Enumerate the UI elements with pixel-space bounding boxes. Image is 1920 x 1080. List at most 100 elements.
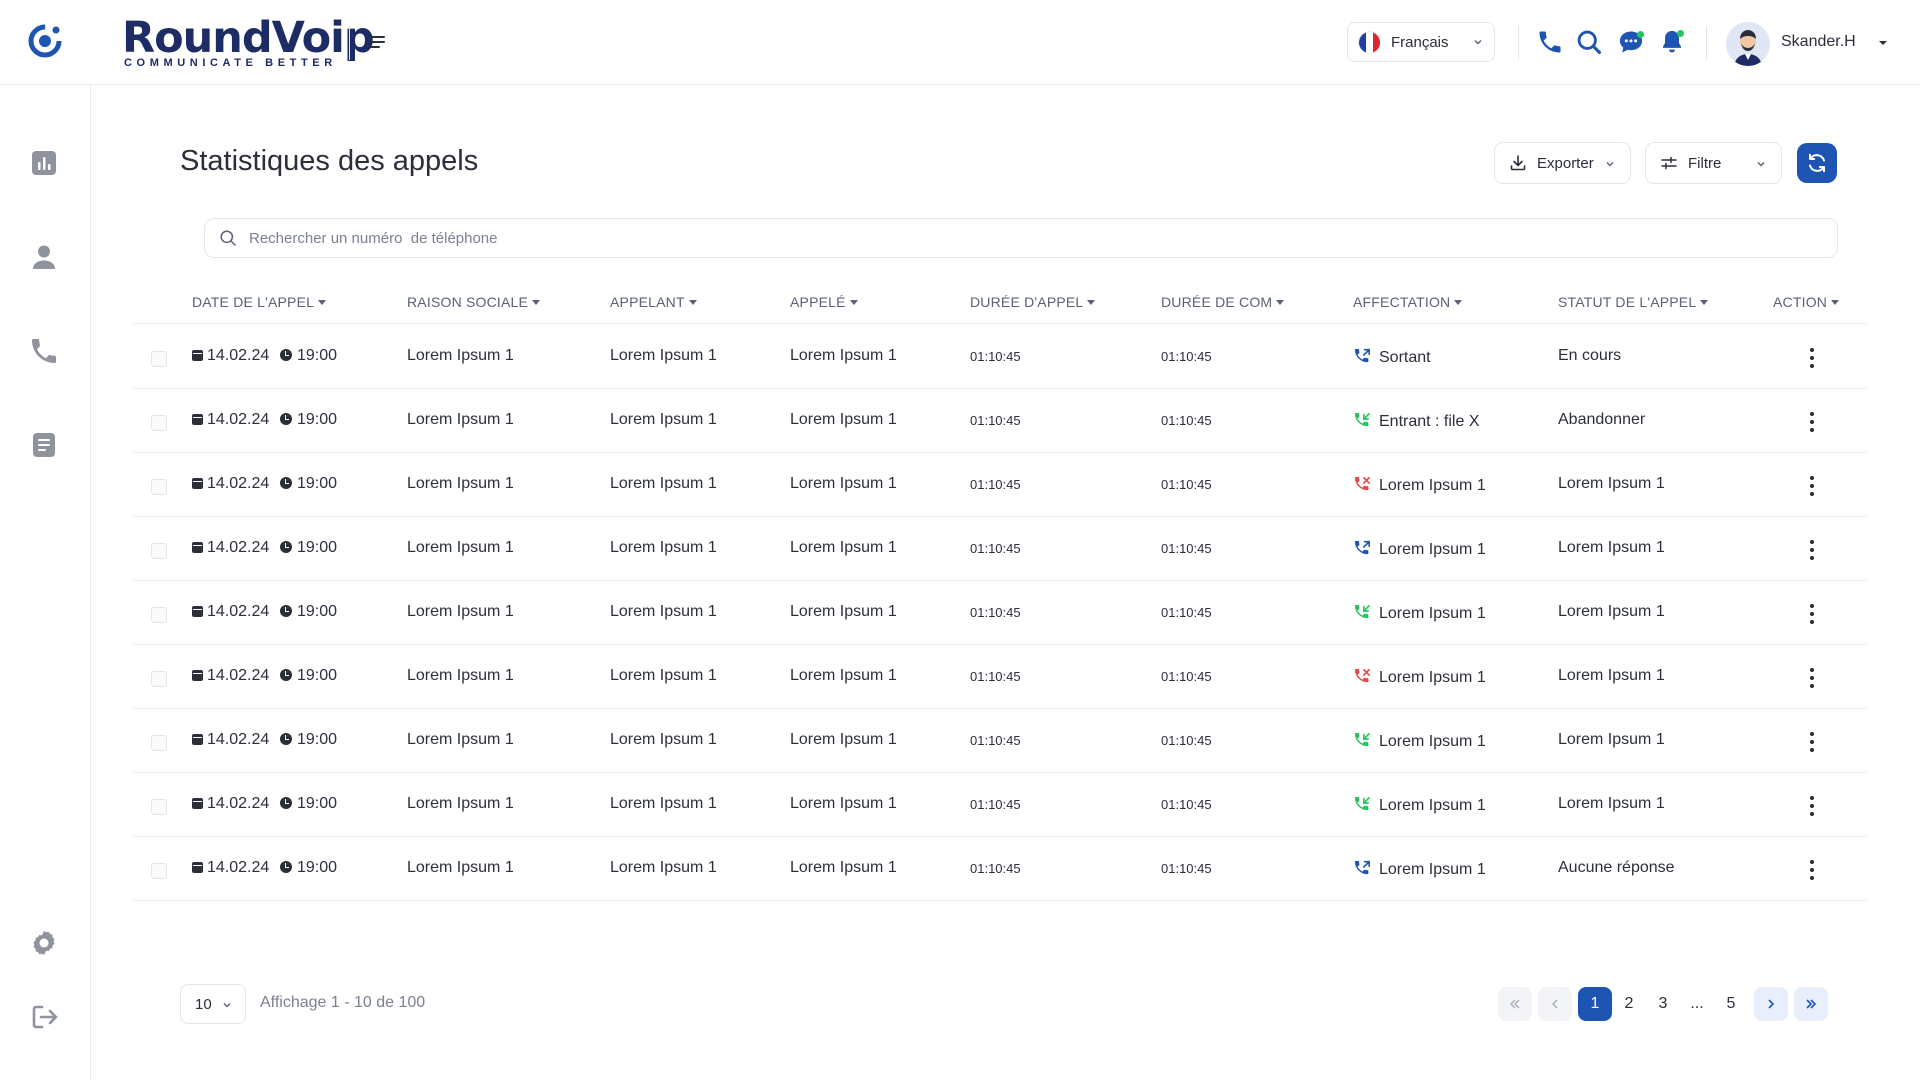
time-value: 19:00 bbox=[297, 539, 338, 556]
affectation-cell: Sortant bbox=[1353, 347, 1431, 367]
export-button[interactable]: Exporter bbox=[1494, 142, 1631, 184]
appelant-cell: Lorem Ipsum 1 bbox=[610, 603, 717, 620]
row-checkbox[interactable] bbox=[151, 543, 167, 559]
search-input[interactable] bbox=[249, 229, 1749, 247]
calendar-icon bbox=[192, 862, 203, 873]
brand-logo[interactable]: RoundVoip COMMUNICATE BETTER bbox=[122, 16, 375, 69]
row-actions-icon[interactable] bbox=[1802, 795, 1822, 817]
row-actions-icon[interactable] bbox=[1802, 603, 1822, 625]
caret-down-icon bbox=[1831, 300, 1840, 305]
time-value: 19:00 bbox=[297, 411, 338, 428]
time-value: 19:00 bbox=[297, 347, 338, 364]
row-actions-icon[interactable] bbox=[1802, 475, 1822, 497]
row-actions-icon[interactable] bbox=[1802, 347, 1822, 369]
table-row[interactable]: 14.02.24 19:00 Lorem Ipsum 1 Lorem Ipsum… bbox=[134, 453, 1866, 517]
column-header-label: APPELANT bbox=[610, 294, 685, 310]
row-checkbox[interactable] bbox=[151, 479, 167, 495]
gear-icon[interactable] bbox=[28, 927, 60, 959]
row-checkbox[interactable] bbox=[151, 607, 167, 623]
notification-indicator-dot bbox=[1677, 30, 1684, 37]
pagination-summary: Affichage 1 - 10 de 100 bbox=[260, 994, 426, 1011]
page-button-2[interactable]: 2 bbox=[1612, 987, 1646, 1021]
first-page-button[interactable] bbox=[1498, 987, 1532, 1021]
phone-outgoing-icon bbox=[1354, 540, 1371, 555]
menu-icon[interactable] bbox=[366, 30, 390, 54]
row-actions-icon[interactable] bbox=[1802, 411, 1822, 433]
table-row[interactable]: 14.02.24 19:00 Lorem Ipsum 1 Lorem Ipsum… bbox=[134, 325, 1866, 389]
appele-cell: Lorem Ipsum 1 bbox=[790, 731, 897, 748]
row-checkbox[interactable] bbox=[151, 415, 167, 431]
user-name[interactable]: Skander.H bbox=[1781, 33, 1856, 51]
table-row[interactable]: 14.02.24 19:00 Lorem Ipsum 1 Lorem Ipsum… bbox=[134, 581, 1866, 645]
statistics-icon[interactable] bbox=[28, 147, 60, 179]
last-page-button[interactable] bbox=[1794, 987, 1828, 1021]
statut-cell: En cours bbox=[1558, 347, 1622, 364]
column-header-raison-sociale[interactable]: RAISON SOCIALE bbox=[407, 294, 541, 310]
avatar[interactable] bbox=[1726, 22, 1770, 66]
date-cell: 14.02.24 bbox=[192, 731, 269, 749]
table-row[interactable]: 14.02.24 19:00 Lorem Ipsum 1 Lorem Ipsum… bbox=[134, 709, 1866, 773]
calendar-icon bbox=[192, 798, 203, 809]
user-icon[interactable] bbox=[28, 241, 60, 273]
appelant-cell: Lorem Ipsum 1 bbox=[610, 795, 717, 812]
next-page-button[interactable] bbox=[1754, 987, 1788, 1021]
column-header-affectation[interactable]: AFFECTATION bbox=[1353, 294, 1463, 310]
column-header-appelant[interactable]: APPELANT bbox=[610, 294, 697, 310]
row-actions-icon[interactable] bbox=[1802, 859, 1822, 881]
phone-missed-icon bbox=[1354, 476, 1371, 491]
phone-icon[interactable] bbox=[28, 335, 60, 367]
row-checkbox[interactable] bbox=[151, 671, 167, 687]
raison-sociale-cell: Lorem Ipsum 1 bbox=[407, 795, 514, 812]
caret-down-icon[interactable] bbox=[1877, 38, 1889, 48]
row-actions-icon[interactable] bbox=[1802, 667, 1822, 689]
calendar-icon bbox=[192, 478, 203, 489]
row-checkbox[interactable] bbox=[151, 351, 167, 367]
phone-icon[interactable] bbox=[1536, 28, 1564, 56]
row-actions-icon[interactable] bbox=[1802, 731, 1822, 753]
column-header-action[interactable]: ACTION bbox=[1773, 294, 1840, 310]
page-size-value: 10 bbox=[195, 995, 212, 1013]
chevron-down-icon bbox=[1757, 162, 1765, 167]
page-button-5[interactable]: 5 bbox=[1714, 987, 1748, 1021]
appele-cell: Lorem Ipsum 1 bbox=[790, 795, 897, 812]
column-header-date[interactable]: DATE DE L'APPEL bbox=[192, 294, 327, 310]
top-bar: RoundVoip COMMUNICATE BETTER Français Sk… bbox=[0, 0, 1920, 85]
previous-page-button[interactable] bbox=[1538, 987, 1572, 1021]
column-header-duree-com[interactable]: DURÉE DE COM bbox=[1161, 294, 1285, 310]
search-icon bbox=[220, 230, 236, 246]
app-logo-icon[interactable] bbox=[26, 22, 64, 60]
brand-tagline: COMMUNICATE BETTER bbox=[124, 57, 337, 69]
page-button-3[interactable]: 3 bbox=[1646, 987, 1680, 1021]
table-row[interactable]: 14.02.24 19:00 Lorem Ipsum 1 Lorem Ipsum… bbox=[134, 389, 1866, 453]
row-checkbox[interactable] bbox=[151, 735, 167, 751]
filter-button[interactable]: Filtre bbox=[1645, 142, 1782, 184]
duree-com-cell: 01:10:45 bbox=[1161, 541, 1212, 556]
statut-cell: Lorem Ipsum 1 bbox=[1558, 539, 1665, 556]
date-cell: 14.02.24 bbox=[192, 347, 269, 365]
user-avatar-icon bbox=[1726, 22, 1770, 66]
language-select[interactable]: Français bbox=[1347, 22, 1495, 62]
row-checkbox[interactable] bbox=[151, 799, 167, 815]
caret-down-icon bbox=[688, 300, 697, 305]
search-icon[interactable] bbox=[1575, 28, 1603, 56]
table-row[interactable]: 14.02.24 19:00 Lorem Ipsum 1 Lorem Ipsum… bbox=[134, 773, 1866, 837]
column-header-statut[interactable]: STATUT DE L'APPEL bbox=[1558, 294, 1709, 310]
divider bbox=[1706, 26, 1707, 60]
page-button-1[interactable]: 1 bbox=[1578, 987, 1612, 1021]
time-cell: 19:00 bbox=[280, 731, 337, 749]
refresh-button[interactable] bbox=[1797, 143, 1837, 183]
column-header-duree-appel[interactable]: DURÉE D'APPEL bbox=[970, 294, 1096, 310]
table-row[interactable]: 14.02.24 19:00 Lorem Ipsum 1 Lorem Ipsum… bbox=[134, 517, 1866, 581]
page-size-select[interactable]: 10 bbox=[180, 984, 246, 1024]
document-icon[interactable] bbox=[28, 429, 60, 461]
table-row[interactable]: 14.02.24 19:00 Lorem Ipsum 1 Lorem Ipsum… bbox=[134, 645, 1866, 709]
row-checkbox[interactable] bbox=[151, 863, 167, 879]
time-cell: 19:00 bbox=[280, 539, 337, 557]
column-header-label: DURÉE DE COM bbox=[1161, 294, 1273, 310]
logout-icon[interactable] bbox=[28, 1001, 60, 1033]
time-value: 19:00 bbox=[297, 795, 338, 812]
affectation-cell: Lorem Ipsum 1 bbox=[1353, 667, 1486, 687]
column-header-appele[interactable]: APPELÉ bbox=[790, 294, 858, 310]
row-actions-icon[interactable] bbox=[1802, 539, 1822, 561]
table-row[interactable]: 14.02.24 19:00 Lorem Ipsum 1 Lorem Ipsum… bbox=[134, 837, 1866, 901]
